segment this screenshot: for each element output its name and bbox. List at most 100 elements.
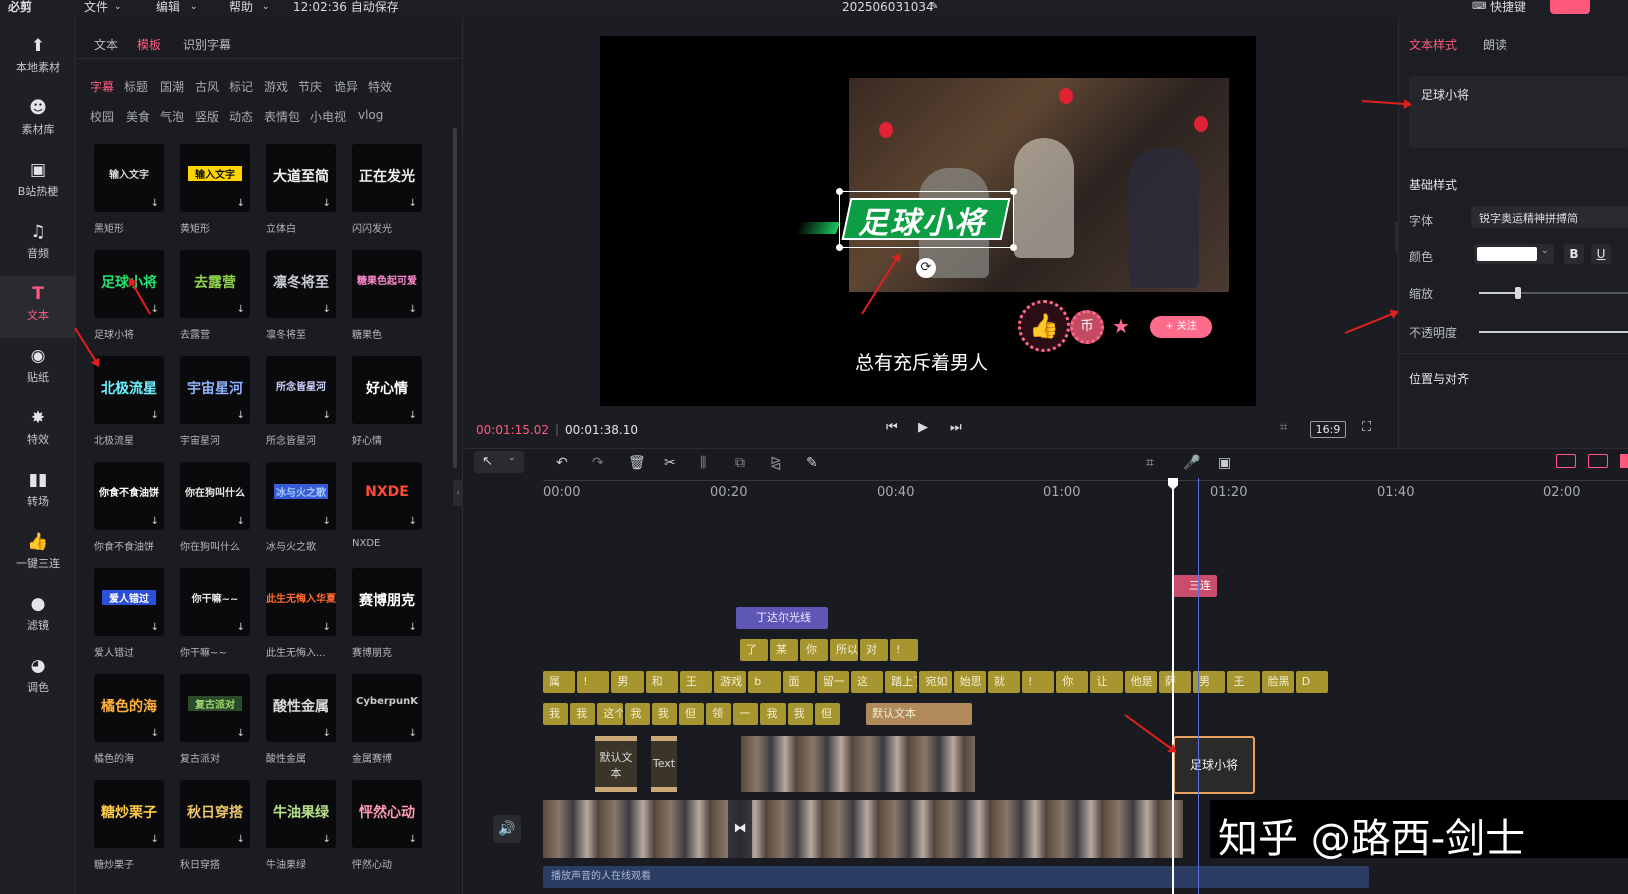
- template-tile[interactable]: 输入文字 ↓: [94, 144, 164, 212]
- download-icon[interactable]: ↓: [323, 516, 331, 527]
- sticker-clip[interactable]: 丁达尔光线: [736, 607, 828, 629]
- download-icon[interactable]: ↓: [323, 834, 331, 845]
- category-10[interactable]: 美食: [126, 108, 150, 125]
- category-12[interactable]: 竖版: [195, 108, 219, 125]
- text-clip[interactable]: 他是: [1124, 671, 1157, 693]
- text-clip[interactable]: 我: [543, 703, 569, 725]
- text-clip[interactable]: 你: [1056, 671, 1089, 693]
- category-15[interactable]: 小电视: [310, 108, 346, 125]
- track-toggle-icon[interactable]: [1556, 454, 1576, 468]
- download-icon[interactable]: ↓: [237, 304, 245, 315]
- category-7[interactable]: 诡异: [334, 78, 358, 95]
- default-text-clip[interactable]: 默认文本: [866, 703, 972, 725]
- split-icon[interactable]: ⫼: [700, 455, 706, 471]
- text-clip[interactable]: 萨: [1158, 671, 1192, 693]
- playhead[interactable]: [1172, 478, 1174, 894]
- scale-slider-thumb[interactable]: [1515, 287, 1521, 299]
- text-clip[interactable]: 脸黑: [1261, 671, 1294, 693]
- template-clip[interactable]: 默认文本: [595, 736, 637, 792]
- text-clip[interactable]: 你: [800, 639, 828, 661]
- template-tile[interactable]: 凛冬将至 ↓: [266, 250, 336, 318]
- download-icon[interactable]: ↓: [151, 728, 159, 739]
- text-clip[interactable]: !: [1022, 671, 1055, 693]
- template-tile[interactable]: 冰与火之歌 ↓: [266, 462, 336, 530]
- text-clip[interactable]: 领: [706, 703, 732, 725]
- category-0[interactable]: 字幕: [90, 78, 114, 95]
- rail-library[interactable]: ☻ 素材库: [0, 90, 76, 150]
- download-icon[interactable]: ↓: [151, 410, 159, 421]
- text-clip[interactable]: 我: [787, 703, 813, 725]
- category-2[interactable]: 国潮: [160, 78, 184, 95]
- template-tile[interactable]: 宇宙星河 ↓: [180, 356, 250, 424]
- download-icon[interactable]: ↓: [151, 516, 159, 527]
- fullscreen-icon[interactable]: ⛶: [1362, 420, 1371, 435]
- download-icon[interactable]: ↓: [237, 834, 245, 845]
- download-icon[interactable]: ↓: [323, 622, 331, 633]
- text-clip[interactable]: 踏上了: [885, 671, 918, 693]
- download-icon[interactable]: ↓: [409, 304, 417, 315]
- resize-handle[interactable]: [836, 244, 843, 251]
- text-clip[interactable]: 某: [770, 639, 798, 661]
- category-14[interactable]: 表情包: [264, 108, 300, 125]
- rail-bilibili-memes[interactable]: ▣ B站热梗: [0, 152, 76, 212]
- tab-text[interactable]: 文本: [94, 36, 118, 53]
- tab-text-style[interactable]: 文本样式: [1409, 36, 1457, 53]
- category-11[interactable]: 气泡: [160, 108, 184, 125]
- template-tile[interactable]: NXDE ↓: [352, 462, 422, 530]
- font-select[interactable]: 锐字奥运精神拼搏简: [1471, 206, 1628, 228]
- template-tile[interactable]: 正在发光 ↓: [352, 144, 422, 212]
- category-16[interactable]: vlog: [358, 108, 383, 122]
- download-icon[interactable]: ↓: [151, 198, 159, 209]
- download-icon[interactable]: ↓: [151, 622, 159, 633]
- template-tile[interactable]: 输入文字 ↓: [180, 144, 250, 212]
- crop-icon[interactable]: ⌗: [1280, 420, 1287, 435]
- tab-recognize-subtitles[interactable]: 识别字幕: [183, 36, 231, 53]
- category-8[interactable]: 特效: [368, 78, 392, 95]
- template-tile[interactable]: 你食不食油饼 ↓: [94, 462, 164, 530]
- select-tool[interactable]: ↖ ⌄: [474, 451, 524, 473]
- tab-read-aloud[interactable]: 朗读: [1483, 36, 1507, 53]
- text-clip[interactable]: 但: [678, 703, 705, 725]
- template-tile[interactable]: 酸性金属 ↓: [266, 674, 336, 742]
- download-icon[interactable]: ↓: [237, 198, 245, 209]
- audio-track[interactable]: 播放声音的人在线观看: [543, 866, 1369, 888]
- shortcuts-button[interactable]: 快捷键: [1490, 0, 1526, 14]
- template-tile[interactable]: 你在狗叫什么 ↓: [180, 462, 250, 530]
- tab-template[interactable]: 模板: [137, 36, 161, 53]
- template-tile[interactable]: 大道至简 ↓: [266, 144, 336, 212]
- text-clip[interactable]: 我: [651, 703, 677, 725]
- download-icon[interactable]: ↓: [409, 834, 417, 845]
- text-clip[interactable]: 始思: [953, 671, 986, 693]
- text-clip[interactable]: 游戏: [714, 671, 747, 693]
- category-9[interactable]: 校园: [90, 108, 114, 125]
- template-tile[interactable]: 糖果色起可爱 ↓: [352, 250, 422, 318]
- undo-icon[interactable]: ↶: [556, 455, 568, 471]
- download-icon[interactable]: ↓: [409, 622, 417, 633]
- template-tile[interactable]: 糖炒栗子 ↓: [94, 780, 164, 848]
- text-clip[interactable]: 宛如: [919, 671, 952, 693]
- text-clip[interactable]: 属: [543, 671, 576, 693]
- rail-transition[interactable]: ▮▮ 转场: [0, 462, 76, 522]
- category-13[interactable]: 动态: [229, 108, 253, 125]
- category-1[interactable]: 标题: [124, 78, 148, 95]
- template-tile[interactable]: 去露营 ↓: [180, 250, 250, 318]
- screenshot-icon[interactable]: ⌗: [1146, 455, 1154, 471]
- rail-audio[interactable]: ♫ 音频: [0, 214, 76, 274]
- category-4[interactable]: 标记: [229, 78, 253, 95]
- template-tile[interactable]: 北极流星 ↓: [94, 356, 164, 424]
- opacity-slider[interactable]: [1479, 331, 1628, 333]
- rail-effects[interactable]: ✸ 特效: [0, 400, 76, 460]
- rail-sanlian[interactable]: 👍 一键三连: [0, 524, 76, 584]
- template-tile[interactable]: 牛油果绿 ↓: [266, 780, 336, 848]
- template-tile[interactable]: 好心情 ↓: [352, 356, 422, 424]
- text-clip[interactable]: 所以: [830, 639, 858, 661]
- text-clip[interactable]: 王: [1227, 671, 1260, 693]
- download-icon[interactable]: ↓: [323, 304, 331, 315]
- template-tile[interactable]: 爱人错过 ↓: [94, 568, 164, 636]
- download-icon[interactable]: ↓: [237, 728, 245, 739]
- microphone-icon[interactable]: 🎤: [1183, 455, 1200, 471]
- template-tile[interactable]: 赛博朋克 ↓: [352, 568, 422, 636]
- overlay-video-clip[interactable]: [741, 736, 975, 792]
- download-icon[interactable]: ↓: [151, 304, 159, 315]
- download-icon[interactable]: ↓: [323, 728, 331, 739]
